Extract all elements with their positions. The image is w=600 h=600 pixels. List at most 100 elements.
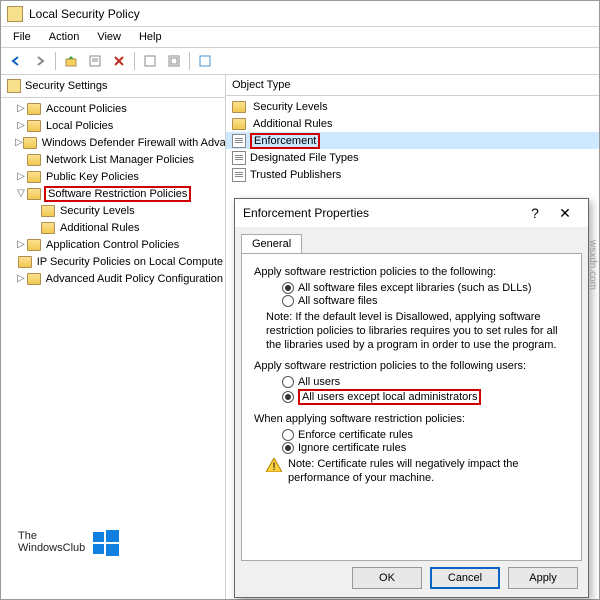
expander-icon[interactable]: ▷ <box>15 103 27 114</box>
radio-icon <box>282 282 294 294</box>
folder-icon <box>27 239 41 251</box>
folder-icon <box>27 188 41 200</box>
tab-general-body: Apply software restriction policies to t… <box>241 253 582 561</box>
tree-item-label: Security Levels <box>58 205 137 217</box>
folder-icon <box>27 273 41 285</box>
tab-general[interactable]: General <box>241 234 302 253</box>
dialog-help-button[interactable]: ? <box>520 205 550 221</box>
tree-item-label: Additional Rules <box>58 222 142 234</box>
radio-all-users-except-admins[interactable]: All users except local administrators <box>282 389 569 405</box>
radio-icon <box>282 295 294 307</box>
properties-button[interactable] <box>84 50 106 72</box>
dialog-buttons: OK Cancel Apply <box>352 567 578 589</box>
tree-item[interactable]: ▷ Account Policies <box>1 100 225 117</box>
expander-icon[interactable]: ▷ <box>15 239 27 250</box>
tree-item[interactable]: Network List Manager Policies <box>1 151 225 168</box>
tree-item-label: Application Control Policies <box>44 239 181 251</box>
expander-icon[interactable]: ▷ <box>15 273 27 284</box>
expander-icon[interactable]: ▷ <box>15 120 27 131</box>
list-item[interactable]: Designated File Types <box>226 149 599 166</box>
tree-item-label: Account Policies <box>44 103 129 115</box>
list-item-label: Designated File Types <box>250 152 359 164</box>
app-icon <box>7 6 23 22</box>
list-item[interactable]: Additional Rules <box>226 115 599 132</box>
tree-item[interactable]: ▷ Application Control Policies <box>1 236 225 253</box>
tabstrip: General <box>235 229 588 253</box>
tree-item-label: IP Security Policies on Local Compute <box>35 256 225 268</box>
radio-icon <box>282 376 294 388</box>
radio-all-users[interactable]: All users <box>282 376 569 388</box>
side-watermark: wsxdn.com <box>587 240 598 290</box>
dialog-close-button[interactable]: ✕ <box>550 205 580 222</box>
note-1: Note: If the default level is Disallowed… <box>266 311 569 352</box>
dialog-titlebar: Enforcement Properties ? ✕ <box>235 199 588 227</box>
tree-item-label: Network List Manager Policies <box>44 154 196 166</box>
list[interactable]: Security Levels Additional Rules Enforceme… <box>226 96 599 185</box>
list-item[interactable]: Security Levels <box>226 98 599 115</box>
list-item-label: Security Levels <box>253 101 328 113</box>
tree-item[interactable]: IP Security Policies on Local Compute <box>1 253 225 270</box>
tree-header-label: Security Settings <box>25 80 108 92</box>
tree-item-label: Advanced Audit Policy Configuration <box>44 273 225 285</box>
tree-pane: Security Settings ▷ Account Policies ▷Loca… <box>1 75 226 599</box>
group2-label: Apply software restriction policies to t… <box>254 360 569 372</box>
menu-view[interactable]: View <box>89 29 129 45</box>
window-title: Local Security Policy <box>29 7 140 21</box>
expander-icon[interactable]: ▷ <box>15 171 27 182</box>
forward-button[interactable] <box>29 50 51 72</box>
view-button[interactable] <box>139 50 161 72</box>
warning-icon: ! <box>266 458 282 472</box>
toolbar <box>1 47 599 75</box>
list-item-label: Additional Rules <box>253 118 333 130</box>
enforcement-properties-dialog: Enforcement Properties ? ✕ General Apply… <box>234 198 589 598</box>
document-icon <box>232 168 246 182</box>
windows-flag-icon <box>91 528 121 558</box>
folder-icon <box>27 120 41 132</box>
menu-help[interactable]: Help <box>131 29 170 45</box>
cancel-button[interactable]: Cancel <box>430 567 500 589</box>
radio-enforce-cert[interactable]: Enforce certificate rules <box>282 429 569 441</box>
up-button[interactable] <box>60 50 82 72</box>
watermark-line2: WindowsClub <box>18 543 85 555</box>
list-item[interactable]: Trusted Publishers <box>226 166 599 183</box>
folder-icon <box>41 222 55 234</box>
help-button[interactable] <box>194 50 216 72</box>
folder-icon <box>41 205 55 217</box>
group1-label: Apply software restriction policies to t… <box>254 266 569 278</box>
menu-action[interactable]: Action <box>41 29 88 45</box>
radio-all-software[interactable]: All software files <box>282 295 569 307</box>
ok-button[interactable]: OK <box>352 567 422 589</box>
document-icon <box>232 134 246 148</box>
tree-item[interactable]: ▷Local Policies <box>1 117 225 134</box>
radio-all-except-libraries[interactable]: All software files except libraries (suc… <box>282 282 569 294</box>
menu-file[interactable]: File <box>5 29 39 45</box>
delete-button[interactable] <box>108 50 130 72</box>
tree-item[interactable]: ▷ Advanced Audit Policy Configuration <box>1 270 225 287</box>
dialog-title: Enforcement Properties <box>243 206 520 220</box>
tree-item-label: Software Restriction Policies <box>44 186 191 202</box>
folder-icon <box>27 154 41 166</box>
document-icon <box>232 151 246 165</box>
tree[interactable]: ▷Account Policies▷Local Policies▷Windows… <box>1 98 225 289</box>
tree-item[interactable]: Additional Rules <box>1 219 225 236</box>
expander-icon[interactable]: ▷ <box>15 137 23 148</box>
radio-ignore-cert[interactable]: Ignore certificate rules <box>282 442 569 454</box>
radio-icon <box>282 391 294 403</box>
svg-text:!: ! <box>272 461 275 472</box>
tree-item[interactable]: ▷ Windows Defender Firewall with Adva <box>1 134 225 151</box>
tree-item-label: Windows Defender Firewall with Adva <box>40 137 225 149</box>
titlebar: Local Security Policy <box>1 1 599 27</box>
watermark-logo: The WindowsClub <box>18 528 121 558</box>
apply-button[interactable]: Apply <box>508 567 578 589</box>
menubar: File Action View Help <box>1 27 599 47</box>
note-2: ! Note: Certificate rules will negativel… <box>266 458 569 486</box>
tree-item[interactable]: ▷Public Key Policies <box>1 168 225 185</box>
radio-icon <box>282 429 294 441</box>
back-button[interactable] <box>5 50 27 72</box>
tree-item[interactable]: Security Levels <box>1 202 225 219</box>
folder-icon <box>27 171 41 183</box>
list-item[interactable]: Enforcement <box>226 132 599 149</box>
tree-item[interactable]: ▽ Software Restriction Policies <box>1 185 225 202</box>
expander-icon[interactable]: ▽ <box>15 188 27 199</box>
refresh-button[interactable] <box>163 50 185 72</box>
